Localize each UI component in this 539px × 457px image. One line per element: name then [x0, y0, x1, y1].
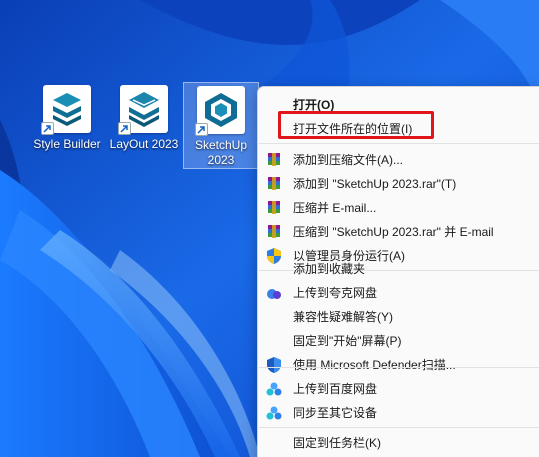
desktop-icon-style-builder[interactable]: Style Builder [29, 82, 105, 152]
baidu-sync-icon [265, 404, 283, 422]
menu-item-label: 上传到百度网盘 [293, 382, 378, 396]
baidu-cloud-icon [265, 380, 283, 398]
menu-item-defender-scan[interactable]: 使用 Microsoft Defender扫描... [258, 353, 539, 377]
desktop-icon-layout[interactable]: LayOut 2023 [106, 82, 182, 152]
red-highlight-box [278, 111, 434, 139]
menu-item-add-to-rar[interactable]: 添加到 "SketchUp 2023.rar"(T) [258, 172, 539, 196]
menu-item-compress-rar-email[interactable]: 压缩到 "SketchUp 2023.rar" 并 E-mail [258, 220, 539, 244]
menu-item-compat-troubleshoot[interactable]: 兼容性疑难解答(Y) [258, 305, 539, 329]
shortcut-arrow-icon [41, 122, 54, 135]
menu-item-label: 添加到 "SketchUp 2023.rar"(T) [293, 177, 457, 191]
menu-item-label: 兼容性疑难解答(Y) [293, 310, 393, 324]
menu-item-pin-to-taskbar[interactable]: 固定到任务栏(K) [258, 431, 539, 455]
quark-cloud-icon [265, 284, 283, 302]
desktop-icon-sketchup[interactable]: SketchUp 2023 [183, 82, 259, 169]
context-menu: 打开(O) 打开文件所在的位置(I) 添加到压缩文件(A)... 添加到 "Sk… [257, 86, 539, 457]
winrar-icon [265, 223, 283, 241]
menu-item-label: 同步至其它设备 [293, 406, 378, 420]
menu-item-add-to-favorites[interactable]: 添加到收藏夹 [258, 257, 539, 281]
menu-separator [259, 367, 539, 368]
menu-separator [259, 143, 539, 144]
menu-item-label: 压缩到 "SketchUp 2023.rar" 并 E-mail [293, 225, 494, 239]
shortcut-arrow-icon [118, 122, 131, 135]
desktop-icon-label: SketchUp 2023 [194, 138, 248, 167]
menu-item-add-to-archive[interactable]: 添加到压缩文件(A)... [258, 148, 539, 172]
winrar-icon [265, 175, 283, 193]
shortcut-arrow-icon [195, 123, 208, 136]
winrar-icon [265, 151, 283, 169]
menu-item-compress-email[interactable]: 压缩并 E-mail... [258, 196, 539, 220]
sketchup-icon [195, 86, 245, 136]
winrar-icon [265, 199, 283, 217]
defender-shield-icon [265, 356, 283, 374]
menu-item-pin-to-start[interactable]: 固定到"开始"屏幕(P) [258, 329, 539, 353]
style-builder-icon [41, 85, 91, 135]
desktop-icon-label: LayOut 2023 [109, 137, 179, 151]
desktop-icon-label: Style Builder [33, 137, 101, 151]
menu-item-label: 上传到夸克网盘 [293, 286, 378, 300]
menu-item-label: 使用 Microsoft Defender扫描... [293, 358, 456, 372]
menu-item-label: 添加到收藏夹 [293, 262, 366, 276]
menu-item-upload-baidu[interactable]: 上传到百度网盘 [258, 377, 539, 401]
menu-item-sync-devices[interactable]: 同步至其它设备 [258, 401, 539, 425]
menu-item-label: 压缩并 E-mail... [293, 201, 377, 215]
menu-item-label: 固定到任务栏(K) [293, 436, 381, 450]
menu-item-label: 添加到压缩文件(A)... [293, 153, 403, 167]
layout-icon [118, 85, 168, 135]
menu-separator [259, 427, 539, 428]
menu-item-label: 固定到"开始"屏幕(P) [293, 334, 402, 348]
menu-item-upload-quark[interactable]: 上传到夸克网盘 [258, 281, 539, 305]
